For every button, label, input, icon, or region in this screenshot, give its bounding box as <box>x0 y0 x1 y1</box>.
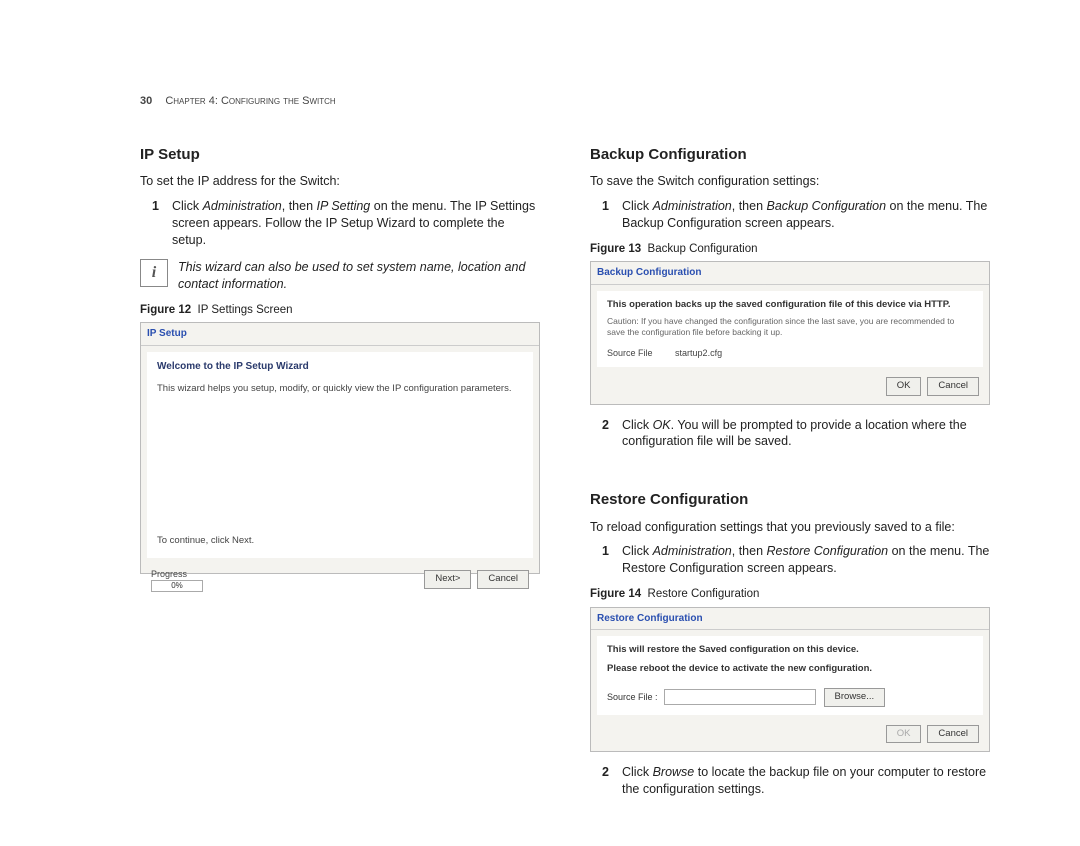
shot-body: This will restore the Saved configuratio… <box>597 636 983 714</box>
ip-intro: To set the IP address for the Switch: <box>140 173 540 190</box>
wizard-footer: Progress 0% Next> Cancel <box>141 564 539 600</box>
screenshot-ip-settings: IP Setup Welcome to the IP Setup Wizard … <box>140 322 540 574</box>
right-column: Backup Configuration To save the Switch … <box>590 90 990 806</box>
restore-step-1: 1 Click Administration, then Restore Con… <box>602 543 990 577</box>
ok-button[interactable]: OK <box>886 377 922 396</box>
left-column: IP Setup To set the IP address for the S… <box>140 90 540 806</box>
cancel-button[interactable]: Cancel <box>927 725 979 744</box>
shot-title: Backup Configuration <box>591 262 989 285</box>
step-text: Click Administration, then Backup Config… <box>622 198 990 232</box>
backup-step-2: 2 Click OK. You will be prompted to prov… <box>602 417 990 451</box>
step-number: 2 <box>602 764 614 798</box>
figure-12-label: Figure 12 IP Settings Screen <box>140 303 540 319</box>
backup-intro: To save the Switch configuration setting… <box>590 173 990 190</box>
source-file-name: startup2.cfg <box>675 348 722 358</box>
screenshot-backup: Backup Configuration This operation back… <box>590 261 990 404</box>
shot-body: Welcome to the IP Setup Wizard This wiza… <box>147 352 533 558</box>
step-text: Click Administration, then Restore Confi… <box>622 543 990 577</box>
step-number: 2 <box>602 417 614 451</box>
step-number: 1 <box>152 198 164 249</box>
restore-line2: Please reboot the device to activate the… <box>607 663 973 676</box>
progress-label: Progress <box>151 568 203 580</box>
backup-bold-text: This operation backs up the saved config… <box>607 299 973 312</box>
backup-caution: Caution: If you have changed the configu… <box>607 316 973 339</box>
progress-bar: 0% <box>151 580 203 592</box>
backup-footer: OK Cancel <box>591 373 989 404</box>
restore-intro: To reload configuration settings that yo… <box>590 519 990 536</box>
step-text: Click OK. You will be prompted to provid… <box>622 417 990 451</box>
source-file-row: Source File : Browse... <box>607 688 973 707</box>
page-number: 30 <box>140 95 152 107</box>
ok-button-disabled: OK <box>886 725 922 744</box>
heading-restore: Restore Configuration <box>590 490 990 510</box>
page-header: 30 Chapter 4: Configuring the Switch <box>140 95 336 107</box>
restore-line1: This will restore the Saved configuratio… <box>607 644 973 657</box>
progress-block: Progress 0% <box>151 568 203 592</box>
source-file-label: Source File : <box>607 691 658 703</box>
wizard-continue: To continue, click Next. <box>157 535 254 548</box>
step-text: Click Browse to locate the backup file o… <box>622 764 990 798</box>
step-text: Click Administration, then IP Setting on… <box>172 198 540 249</box>
restore-footer: OK Cancel <box>591 721 989 752</box>
heading-ip-setup: IP Setup <box>140 145 540 165</box>
chapter-title: Chapter 4: Configuring the Switch <box>165 95 335 107</box>
screenshot-restore: Restore Configuration This will restore … <box>590 607 990 753</box>
backup-step-1: 1 Click Administration, then Backup Conf… <box>602 198 990 232</box>
figure-14-label: Figure 14 Restore Configuration <box>590 587 990 603</box>
shot-title: IP Setup <box>141 323 539 346</box>
cancel-button[interactable]: Cancel <box>477 570 529 589</box>
next-button[interactable]: Next> <box>424 570 471 589</box>
restore-step-2: 2 Click Browse to locate the backup file… <box>602 764 990 798</box>
info-note: i This wizard can also be used to set sy… <box>140 259 540 293</box>
shot-title: Restore Configuration <box>591 608 989 631</box>
shot-body: This operation backs up the saved config… <box>597 291 983 367</box>
info-icon: i <box>140 259 168 287</box>
cancel-button[interactable]: Cancel <box>927 377 979 396</box>
step-number: 1 <box>602 198 614 232</box>
figure-13-label: Figure 13 Backup Configuration <box>590 242 990 258</box>
source-file-row: Source File startup2.cfg <box>607 347 973 359</box>
browse-button[interactable]: Browse... <box>824 688 886 707</box>
step-number: 1 <box>602 543 614 577</box>
ip-step-1: 1 Click Administration, then IP Setting … <box>152 198 540 249</box>
wizard-welcome: Welcome to the IP Setup Wizard <box>157 360 523 374</box>
file-input[interactable] <box>664 689 816 705</box>
wizard-body: This wizard helps you setup, modify, or … <box>157 383 523 395</box>
heading-backup: Backup Configuration <box>590 145 990 165</box>
info-note-text: This wizard can also be used to set syst… <box>178 259 540 293</box>
